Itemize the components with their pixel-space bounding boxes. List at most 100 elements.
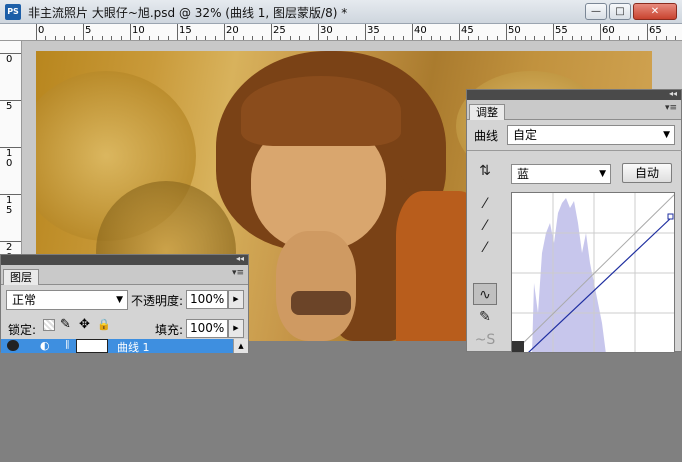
- ruler-tick: [271, 24, 272, 40]
- opacity-slider-button[interactable]: ▶: [228, 290, 244, 309]
- ruler-tick: [0, 53, 21, 54]
- ruler-tick: [553, 24, 554, 40]
- ruler-label: 65: [649, 25, 662, 36]
- curve-edit-points-icon[interactable]: ∿: [473, 283, 497, 305]
- minimize-button[interactable]: —: [585, 3, 607, 20]
- fill-input[interactable]: 100%: [186, 319, 228, 338]
- layers-panel: ◂◂ 图层 ▾≡ 正常 ▼ 不透明度: 100% ▶ 锁定: ✎ ✥ 🔒 填充:…: [0, 254, 249, 355]
- adjustments-panel: ◂◂ 调整 ▾≡ 曲线 自定 ▼ ⇅ ⁄ ⁄ ⁄ ∿ ✎ ~S 蓝 ▼ 自动: [466, 89, 682, 353]
- ruler-tick: [205, 36, 207, 40]
- ruler-tick: [637, 36, 639, 40]
- ruler-tick: [430, 36, 432, 40]
- ruler-label: 50: [508, 25, 521, 36]
- blend-mode-select[interactable]: 正常 ▼: [6, 290, 128, 310]
- ruler-label: 5: [85, 25, 92, 36]
- tab-layers[interactable]: 图层: [3, 269, 39, 285]
- ruler-tick: [0, 100, 21, 101]
- ruler-tick: [590, 36, 592, 40]
- ruler-tick: [581, 36, 583, 40]
- ruler-tick: [101, 36, 103, 40]
- link-icon[interactable]: ∥: [65, 340, 70, 350]
- lock-move-icon[interactable]: ✥: [79, 317, 90, 332]
- panel-menu-icon[interactable]: ▾≡: [665, 103, 677, 113]
- lock-transparency-icon[interactable]: [43, 319, 55, 331]
- ruler-label: 55: [555, 25, 568, 36]
- ruler-tick: [477, 36, 479, 40]
- ruler-tick: [111, 36, 113, 40]
- ruler-label: 0: [38, 25, 45, 36]
- curves-graph-svg: [512, 193, 674, 352]
- ruler-tick: [393, 36, 395, 40]
- ruler-tick: [600, 24, 601, 40]
- ruler-tick: [440, 36, 442, 40]
- ruler-tick: [0, 241, 21, 242]
- ruler-tick: [148, 36, 150, 40]
- layer-row-curves[interactable]: ◐ ∥ 曲线 1: [1, 339, 233, 355]
- visibility-eye-icon[interactable]: [7, 340, 19, 351]
- ruler-tick: [421, 36, 423, 40]
- ruler-tick: [383, 36, 385, 40]
- ruler-tick: [177, 24, 178, 40]
- panel-menu-icon[interactable]: ▾≡: [232, 268, 244, 278]
- ruler-tick: [647, 24, 648, 40]
- layer-name[interactable]: 曲线 1: [117, 339, 150, 355]
- ruler-tick: [139, 36, 141, 40]
- divider: [467, 150, 682, 151]
- opacity-label: 不透明度:: [131, 294, 184, 308]
- ruler-tick: [92, 36, 94, 40]
- ruler-tick: [506, 24, 507, 40]
- ruler-tick: [496, 36, 498, 40]
- curves-graph[interactable]: [511, 192, 675, 353]
- layer-mask-thumbnail[interactable]: [76, 339, 108, 353]
- tab-adjustments[interactable]: 调整: [469, 104, 505, 120]
- lock-brush-icon[interactable]: ✎: [60, 317, 71, 332]
- ruler-tick: [562, 36, 564, 40]
- black-point-eyedropper-icon[interactable]: ⁄: [473, 193, 497, 215]
- ruler-tick: [45, 36, 47, 40]
- chevron-down-icon: ▼: [116, 295, 123, 305]
- ruler-tick: [628, 36, 630, 40]
- window-title: 非主流照片 大眼仔~旭.psd @ 32% (曲线 1, 图层蒙版/8) *: [28, 6, 348, 20]
- ruler-tick: [365, 24, 366, 40]
- ruler-label: 60: [602, 25, 615, 36]
- collapse-icon[interactable]: ◂◂: [236, 254, 244, 263]
- ruler-label: 20: [226, 25, 239, 36]
- ruler-tick: [534, 36, 536, 40]
- ruler-tick: [543, 36, 545, 40]
- opacity-input[interactable]: 100%: [186, 290, 228, 309]
- ruler-label: 5: [6, 101, 13, 112]
- scroll-up-button[interactable]: ▲: [233, 339, 248, 353]
- on-image-adjust-tool-icon[interactable]: ⇅: [473, 160, 497, 182]
- black-point-slider: [512, 341, 524, 352]
- ruler-label: 15: [179, 25, 192, 36]
- ruler-tick: [459, 24, 460, 40]
- pencil-draw-icon[interactable]: ✎: [473, 306, 497, 328]
- ruler-tick: [656, 36, 658, 40]
- ruler-tick: [54, 36, 56, 40]
- white-point-eyedropper-icon[interactable]: ⁄: [473, 237, 497, 259]
- fill-slider-button[interactable]: ▶: [228, 319, 244, 338]
- ruler-tick: [233, 36, 235, 40]
- channel-select[interactable]: 蓝 ▼: [511, 164, 611, 184]
- title-bar: PS 非主流照片 大眼仔~旭.psd @ 32% (曲线 1, 图层蒙版/8) …: [0, 0, 682, 24]
- horizontal-ruler: 0 5 10 15 20 25 30 35 40 45 50 55 60 65: [0, 24, 682, 41]
- smooth-curve-icon[interactable]: ~S: [473, 329, 497, 351]
- lock-all-icon[interactable]: 🔒: [97, 318, 111, 331]
- layers-tab-row: 图层 ▾≡: [1, 265, 248, 285]
- adjustment-type-label: 曲线: [474, 129, 499, 143]
- preset-select[interactable]: 自定 ▼: [507, 125, 675, 145]
- ruler-tick: [571, 36, 573, 40]
- adjustment-layer-icon: ◐: [40, 339, 50, 352]
- ruler-tick: [308, 36, 310, 40]
- auto-button[interactable]: 自动: [622, 163, 672, 183]
- close-button[interactable]: ✕: [633, 3, 677, 20]
- channel-value: 蓝: [517, 167, 530, 181]
- curve-control-point: [667, 213, 674, 220]
- ruler-tick: [280, 36, 282, 40]
- ruler-tick: [242, 36, 244, 40]
- restore-button[interactable]: □: [609, 3, 631, 20]
- ruler-tick: [515, 36, 517, 40]
- ruler-label: 1 5: [6, 195, 13, 216]
- collapse-icon[interactable]: ◂◂: [669, 89, 677, 98]
- gray-point-eyedropper-icon[interactable]: ⁄: [473, 215, 497, 237]
